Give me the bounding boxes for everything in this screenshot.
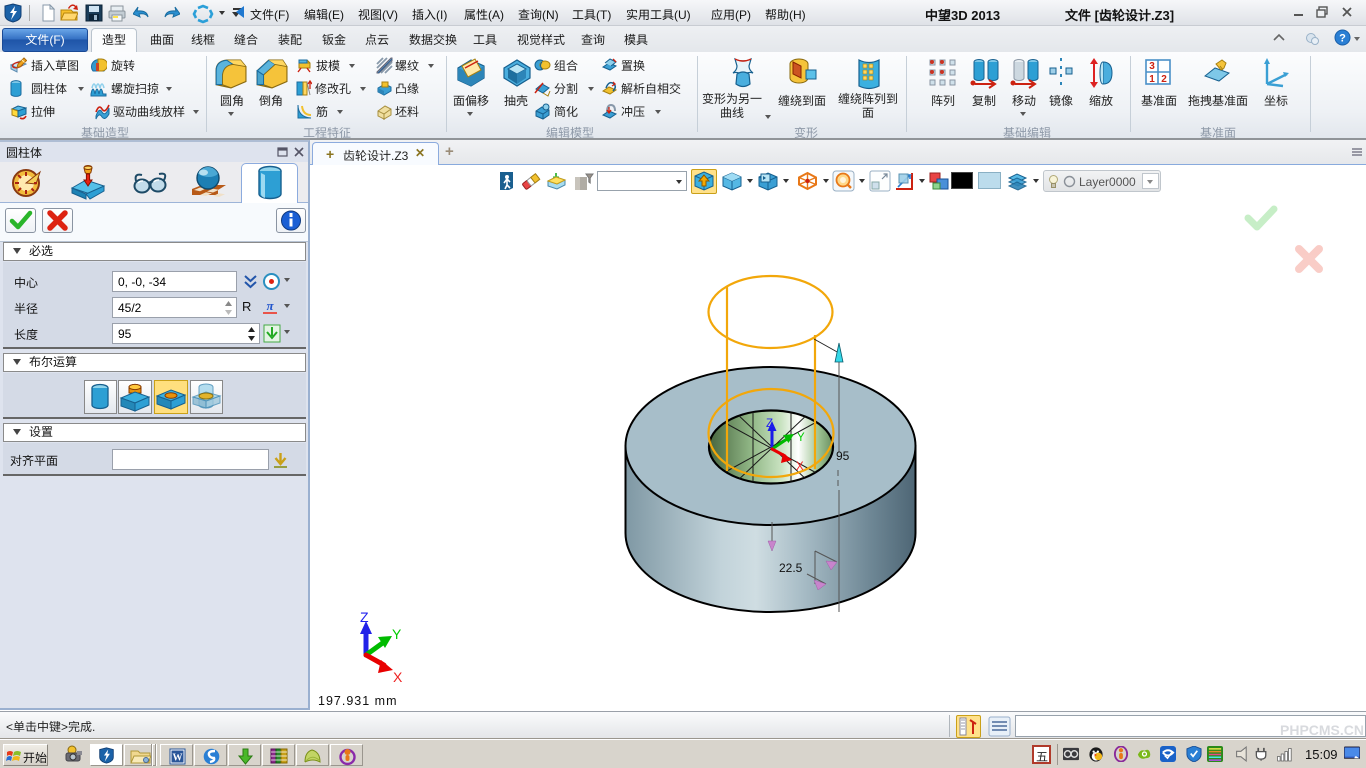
svg-text:22.5: 22.5 — [779, 561, 803, 575]
svg-text:Y: Y — [797, 432, 805, 444]
svg-text:Z: Z — [766, 418, 773, 430]
svg-text:?: ? — [1339, 33, 1346, 45]
svg-text:1: 1 — [1149, 74, 1155, 85]
svg-text:π: π — [266, 299, 274, 313]
svg-text:W: W — [173, 753, 183, 764]
svg-text:197.931 mm: 197.931 mm — [318, 694, 397, 708]
svg-text:3: 3 — [1149, 61, 1155, 72]
svg-text:X: X — [393, 669, 403, 685]
svg-text:X: X — [796, 461, 804, 473]
svg-text:2: 2 — [1161, 74, 1167, 85]
svg-text:Y: Y — [392, 626, 402, 642]
svg-text:95: 95 — [836, 449, 850, 463]
svg-text:Z: Z — [360, 609, 369, 625]
